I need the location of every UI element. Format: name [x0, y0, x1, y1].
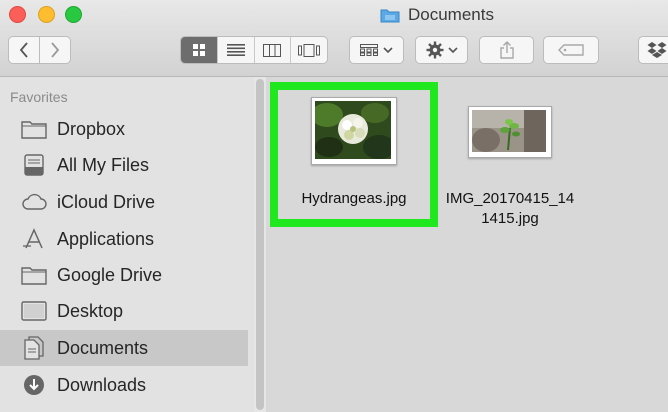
documents-icon	[24, 336, 44, 360]
all-files-icon	[24, 154, 44, 176]
file-name-line-2: 1415.jpg	[481, 210, 539, 227]
window-title: Documents	[380, 4, 494, 26]
sidebar-item-label: Dropbox	[57, 118, 126, 139]
file-thumbnail-img-20170415[interactable]	[468, 106, 552, 158]
sidebar-item-google-drive[interactable]: Google Drive	[0, 257, 248, 293]
chevron-down-icon	[383, 47, 393, 54]
list-view-button[interactable]	[218, 37, 255, 63]
tags-button[interactable]	[543, 36, 599, 64]
minimize-window-button[interactable]	[38, 6, 55, 23]
folder-icon	[21, 121, 47, 139]
sidebar-item-label: Documents	[57, 337, 149, 358]
sidebar: Favorites Dropbox All My Files iCloud Dr…	[0, 77, 258, 412]
dropbox-icon	[647, 42, 667, 58]
share-icon	[499, 41, 514, 59]
action-button[interactable]	[415, 36, 468, 64]
cloud-icon	[22, 193, 47, 210]
sidebar-item-label: Downloads	[57, 374, 147, 395]
window-title-text: Documents	[408, 5, 494, 24]
share-button[interactable]	[479, 36, 534, 64]
arrange-icon	[360, 44, 378, 56]
sidebar-item-label: All My Files	[57, 154, 150, 175]
file-name-hydrangeas[interactable]: Hydrangeas.jpg	[282, 189, 426, 209]
chevron-right-icon	[51, 42, 60, 58]
close-window-button[interactable]	[9, 6, 26, 23]
sidebar-item-desktop[interactable]: Desktop	[0, 293, 248, 329]
sidebar-item-applications[interactable]: Applications	[0, 221, 248, 257]
sidebar-item-label: iCloud Drive	[57, 191, 156, 212]
forward-button[interactable]	[39, 36, 71, 64]
chevron-down-icon	[447, 47, 458, 54]
plant-photo	[472, 110, 546, 152]
file-name-img-20170415[interactable]: IMG_20170415_14 1415.jpg	[438, 189, 582, 229]
folder-icon	[380, 9, 400, 23]
sidebar-heading: Favorites	[10, 89, 68, 105]
sidebar-item-all-my-files[interactable]: All My Files	[0, 147, 248, 183]
grid-icon	[192, 44, 205, 56]
cover-flow-button[interactable]	[291, 37, 327, 63]
file-thumbnail-hydrangeas[interactable]	[311, 97, 397, 165]
sidebar-item-documents[interactable]: Documents	[0, 330, 248, 366]
sidebar-item-dropbox[interactable]: Dropbox	[0, 111, 248, 147]
tag-icon	[558, 44, 584, 56]
sidebar-item-downloads[interactable]: Downloads	[0, 367, 248, 403]
scrollbar-thumb[interactable]	[256, 79, 264, 410]
sidebar-item-icloud-drive[interactable]: iCloud Drive	[0, 184, 248, 220]
cover-flow-icon	[298, 43, 321, 57]
finder-window: Documents Favorites Dropbox All My Files…	[0, 0, 668, 412]
sidebar-item-label: Google Drive	[57, 264, 163, 285]
applications-icon	[23, 228, 43, 249]
sidebar-item-label: Desktop	[57, 300, 124, 321]
desktop-icon	[21, 301, 47, 321]
back-button[interactable]	[8, 36, 40, 64]
sidebar-scrollbar[interactable]	[254, 77, 266, 412]
toolbar: Documents	[0, 0, 668, 77]
icon-view-button[interactable]	[181, 37, 218, 63]
list-icon	[226, 44, 245, 56]
downloads-icon	[24, 375, 44, 395]
hydrangea-photo	[315, 101, 391, 159]
sidebar-item-label: Applications	[57, 228, 155, 249]
zoom-window-button[interactable]	[65, 6, 82, 23]
file-name-line-1: IMG_20170415_14	[445, 190, 575, 207]
view-mode-control	[180, 36, 328, 64]
arrange-button[interactable]	[349, 36, 404, 64]
dropbox-button[interactable]	[638, 36, 668, 64]
gear-icon	[426, 41, 443, 59]
columns-icon	[263, 43, 282, 57]
chevron-left-icon	[19, 42, 28, 58]
column-view-button[interactable]	[255, 37, 292, 63]
folder-icon	[21, 267, 47, 285]
